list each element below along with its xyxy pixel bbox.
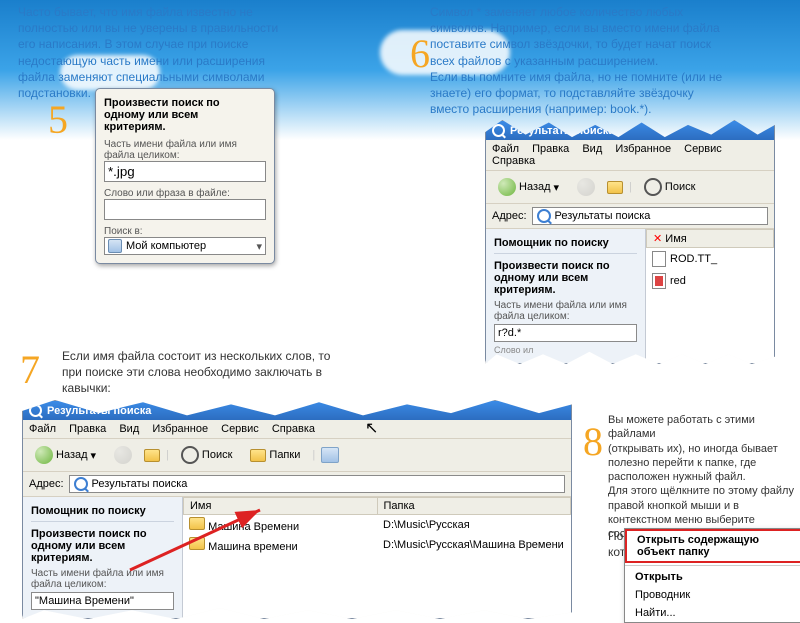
ctx-find[interactable]: Найти... — [625, 604, 800, 622]
lookin-value: Мой компьютер — [126, 240, 256, 252]
pane-filename-label: Часть имени файла или имя файла целиком: — [104, 139, 266, 161]
cursor-icon: ↖ — [365, 418, 378, 438]
tip5-number: 5 — [48, 96, 68, 143]
pane-heading: Произвести поиск по одному или всем крит… — [31, 528, 174, 564]
search-icon — [492, 124, 505, 137]
address-bar: Адрес: Результаты поиска — [23, 472, 571, 497]
back-button[interactable]: Назад ▾ — [492, 175, 565, 199]
pane-filename-label: Часть имени файла или имя файла целиком: — [494, 300, 637, 322]
up-icon[interactable] — [607, 181, 623, 194]
folder-icon — [189, 517, 205, 530]
result-row[interactable]: ROD.TT_ — [646, 248, 774, 270]
menu-bar[interactable]: Файл Правка Вид Избранное Сервис Справка — [486, 140, 774, 171]
result-row[interactable]: Машина Времени D:\Music\Русская — [183, 515, 571, 535]
menu-bar[interactable]: Файл Правка Вид Избранное Сервис Справка — [23, 420, 571, 439]
address-bar: Адрес: Результаты поиска — [486, 204, 774, 229]
helper-title: Помощник по поиску — [494, 237, 637, 253]
ctx-open-containing-folder[interactable]: Открыть содержащую объект папку — [625, 529, 800, 563]
toolbar[interactable]: Назад ▾ | Поиск Папки | — [23, 439, 571, 472]
helper-title: Помощник по поиску — [31, 505, 174, 521]
filename-input[interactable] — [494, 324, 637, 342]
search-icon — [29, 404, 42, 417]
window-titlebar: Результаты поиска — [23, 401, 571, 420]
tip8-number: 8 — [583, 418, 603, 465]
up-icon[interactable] — [144, 449, 160, 462]
back-button[interactable]: Назад ▾ — [29, 443, 102, 467]
filename-input[interactable] — [104, 161, 266, 182]
context-menu: Открыть содержащую объект папку Открыть … — [624, 528, 800, 623]
folders-button[interactable]: Папки — [244, 446, 306, 465]
pane-lookin-label: Поиск в: — [104, 226, 266, 237]
tip6-text: Символ * заменяет любое количество любых… — [430, 4, 780, 117]
window-title: Результаты поиска — [47, 405, 151, 417]
address-value: Результаты поиска — [92, 478, 188, 490]
file-icon — [652, 251, 666, 267]
toolbar[interactable]: Назад ▾ | Поиск — [486, 171, 774, 204]
tip6-number: 6 — [410, 30, 430, 77]
phrase-input[interactable] — [104, 199, 266, 220]
pane-heading: Произвести поиск по одному или всем крит… — [104, 97, 266, 133]
computer-icon — [108, 239, 122, 253]
filename-input[interactable] — [31, 592, 174, 610]
ctx-explorer[interactable]: Проводник — [625, 586, 800, 604]
column-name[interactable]: Имя — [184, 498, 378, 515]
tip8-text: Вы можете работать с этими файлами (откр… — [608, 413, 798, 542]
file-icon — [652, 273, 666, 289]
ctx-open[interactable]: Открыть — [625, 568, 800, 586]
search-icon — [537, 209, 551, 223]
tip7-number: 7 — [20, 346, 40, 393]
pane-heading: Произвести поиск по одному или всем крит… — [494, 260, 637, 296]
pane-phrase-label: Слово или фраза в файле: — [104, 188, 266, 199]
search-button[interactable]: Поиск — [638, 175, 701, 199]
search-button[interactable]: Поиск — [175, 443, 238, 467]
column-name[interactable]: ✕ Имя — [647, 230, 774, 248]
pane-filename-label: Часть имени файла или имя файла целиком: — [31, 568, 174, 590]
column-folder[interactable]: Папка — [377, 498, 571, 515]
chevron-down-icon[interactable]: ▾ — [256, 240, 262, 253]
search-icon — [74, 477, 88, 491]
tip7-text: Если имя файла состоит из нескольких сло… — [62, 348, 392, 397]
result-row[interactable]: Машина времени D:\Music\Русская\Машина В… — [183, 535, 571, 555]
tip5-text: Часто бывает, что имя файла известно не … — [18, 4, 378, 101]
views-icon[interactable] — [321, 447, 339, 463]
address-value: Результаты поиска — [555, 210, 651, 222]
address-label: Адрес: — [492, 210, 527, 222]
folder-icon — [189, 537, 205, 550]
address-label: Адрес: — [29, 478, 64, 490]
result-row[interactable]: red — [646, 270, 774, 292]
